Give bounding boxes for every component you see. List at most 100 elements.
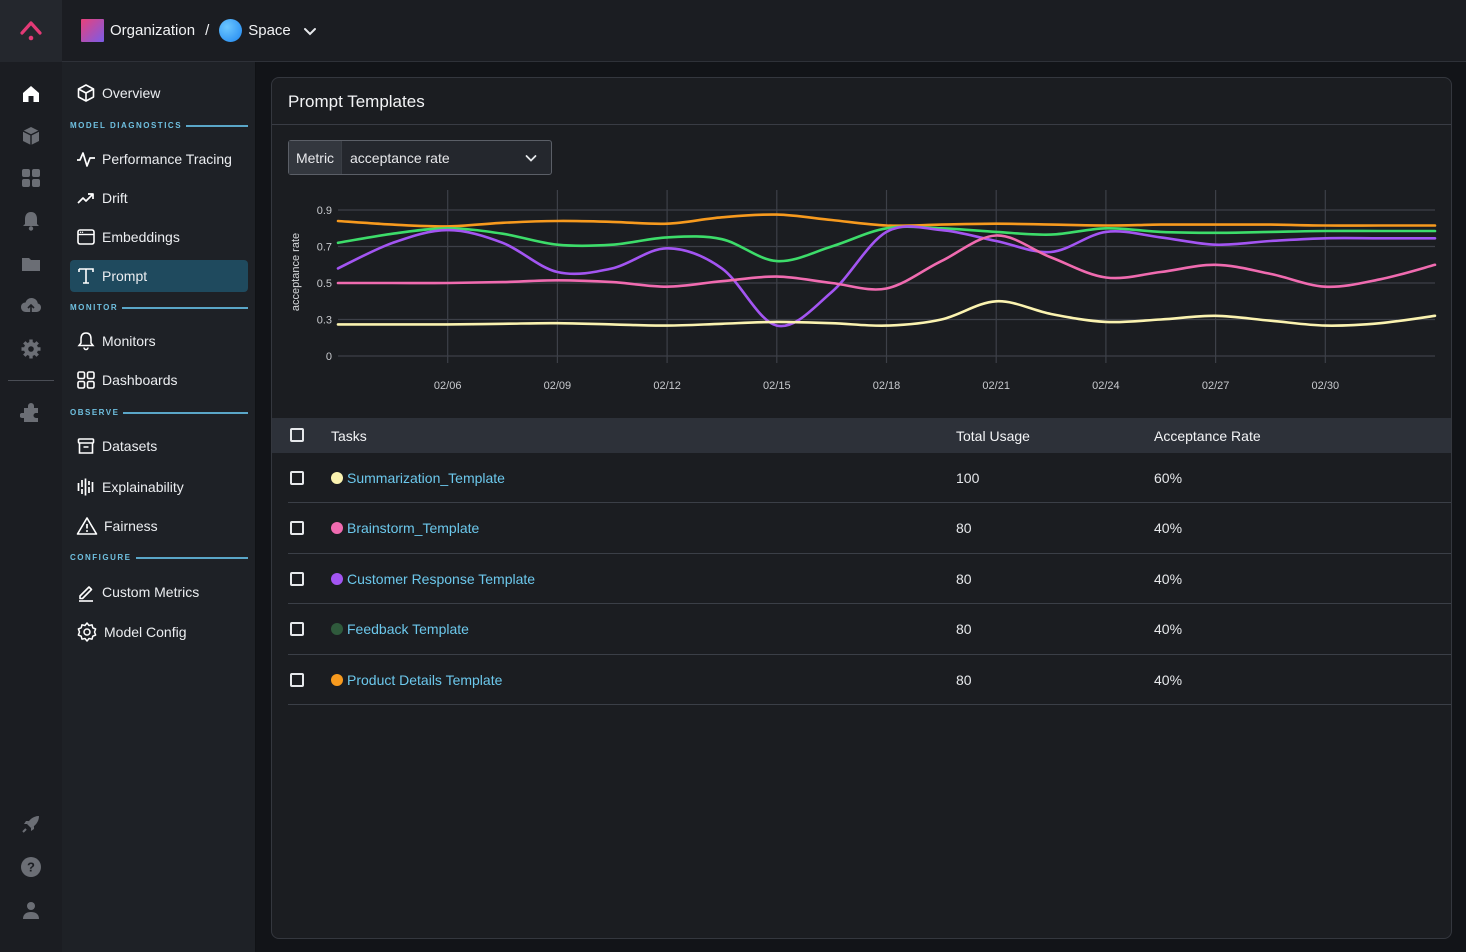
task-link[interactable]: Brainstorm_Template — [347, 520, 479, 536]
header-acceptance-rate[interactable]: Acceptance Rate — [1154, 428, 1261, 444]
nav-performance-tracing[interactable]: Performance Tracing — [70, 143, 248, 175]
total-usage-cell: 80 — [956, 520, 972, 536]
task-link[interactable]: Product Details Template — [347, 672, 502, 688]
trending-up-icon — [77, 193, 94, 204]
acceptance-rate-cell: 40% — [1154, 570, 1183, 587]
gear-icon[interactable] — [19, 337, 43, 361]
chevron-down-icon[interactable] — [511, 141, 551, 174]
cube-icon[interactable] — [19, 124, 43, 148]
icon-rail: ? — [0, 62, 62, 952]
table-row[interactable]: Feedback Template 80 40% — [288, 605, 1451, 655]
table-header: Tasks Total Usage Acceptance Rate — [272, 418, 1451, 453]
series-color-dot — [331, 471, 343, 484]
browser-window-icon — [77, 229, 95, 245]
gear-outline-icon — [77, 622, 97, 642]
y-tick-label: 0.5 — [317, 278, 332, 290]
header-tasks[interactable]: Tasks — [331, 428, 367, 444]
section-label: OBSERVE — [70, 408, 120, 417]
cube-outline-icon — [77, 84, 95, 102]
nav-label: Performance Tracing — [102, 151, 232, 167]
rocket-icon[interactable] — [19, 812, 43, 836]
breadcrumb: Organization / Space — [81, 19, 319, 42]
nav-embeddings[interactable]: Embeddings — [70, 221, 248, 253]
y-axis-ticks: 0 0.3 0.5 0.7 0.9 — [317, 205, 332, 363]
section-rule — [186, 124, 248, 127]
task-link[interactable]: Customer Response Template — [347, 571, 535, 587]
task-cell: Product Details Template — [331, 672, 502, 688]
chevron-down-icon[interactable] — [301, 22, 319, 40]
nav-model-config[interactable]: Model Config — [70, 616, 248, 648]
nav-drift[interactable]: Drift — [70, 182, 248, 214]
metric-select[interactable]: Metric acceptance rate — [288, 140, 552, 175]
logo-icon — [20, 21, 42, 41]
task-cell: Brainstorm_Template — [331, 520, 479, 536]
nav-overview[interactable]: Overview — [70, 77, 248, 109]
breadcrumb-separator: / — [205, 22, 210, 39]
cloud-upload-icon[interactable] — [19, 294, 43, 318]
nav-dashboards[interactable]: Dashboards — [70, 364, 248, 396]
series-color-dot — [331, 623, 343, 635]
pencil-icon — [79, 586, 93, 602]
pulse-icon — [77, 152, 95, 167]
row-checkbox[interactable] — [290, 672, 304, 687]
nav-label: Monitors — [102, 333, 156, 349]
x-tick-label: 02/21 — [982, 380, 1010, 392]
home-icon[interactable] — [19, 82, 43, 106]
header-total-usage[interactable]: Total Usage — [956, 428, 1030, 444]
breadcrumb-organization[interactable]: Organization — [110, 22, 195, 39]
nav-label: Model Config — [104, 624, 187, 640]
folder-icon[interactable] — [19, 252, 43, 276]
row-checkbox[interactable] — [290, 521, 304, 535]
section-configure: CONFIGURE — [70, 553, 248, 562]
x-tick-label: 02/24 — [1092, 380, 1120, 392]
task-cell: Summarization_Template — [331, 470, 505, 486]
row-checkbox[interactable] — [290, 470, 304, 485]
task-link[interactable]: Summarization_Template — [347, 470, 505, 486]
table-row[interactable]: Brainstorm_Template 80 40% — [288, 504, 1451, 554]
space-avatar — [219, 19, 243, 42]
task-link[interactable]: Feedback Template — [347, 621, 469, 637]
nav-label: Prompt — [102, 268, 148, 284]
y-tick-label: 0.7 — [317, 242, 332, 254]
metric-select-label: Metric — [289, 141, 342, 174]
nav-custom-metrics[interactable]: Custom Metrics — [70, 576, 248, 608]
x-tick-label: 02/06 — [434, 380, 462, 392]
acceptance-rate-cell: 40% — [1154, 671, 1183, 688]
table-row[interactable]: Customer Response Template 80 40% — [288, 554, 1451, 604]
x-tick-label: 02/27 — [1202, 380, 1230, 392]
task-cell: Feedback Template — [331, 621, 469, 637]
acceptance-rate-cell: 40% — [1154, 520, 1183, 536]
main-content: Prompt Templates Metric acceptance rate … — [257, 62, 1466, 952]
total-usage-cell: 80 — [956, 570, 972, 587]
nav-monitors[interactable]: Monitors — [70, 325, 248, 357]
section-rule — [122, 306, 248, 309]
series-color-dot — [331, 673, 343, 686]
puzzle-icon[interactable] — [19, 401, 43, 425]
x-tick-label: 02/15 — [763, 380, 791, 392]
row-checkbox[interactable] — [290, 571, 304, 586]
nav-prompt[interactable]: Prompt — [70, 260, 248, 292]
archive-icon — [77, 438, 95, 454]
nav-fairness[interactable]: Fairness — [70, 510, 248, 542]
user-icon[interactable] — [19, 898, 43, 922]
total-usage-cell: 80 — [956, 621, 972, 637]
bell-icon[interactable] — [19, 209, 43, 233]
table-row[interactable]: Summarization_Template 100 60% — [288, 453, 1451, 503]
nav-datasets[interactable]: Datasets — [70, 430, 248, 462]
text-icon — [78, 268, 94, 284]
y-tick-label: 0 — [326, 351, 332, 363]
x-tick-label: 02/09 — [544, 380, 572, 392]
side-nav: Overview MODEL DIAGNOSTICS Performance T… — [62, 62, 256, 952]
app-logo[interactable] — [0, 0, 62, 62]
grid-icon[interactable] — [19, 166, 43, 190]
nav-explainability[interactable]: Explainability — [70, 471, 248, 503]
section-model-diagnostics: MODEL DIAGNOSTICS — [70, 121, 248, 130]
y-tick-label: 0.3 — [317, 315, 332, 327]
table-row[interactable]: Product Details Template 80 40% — [288, 655, 1451, 705]
select-all-checkbox[interactable] — [290, 428, 304, 442]
y-tick-label: 0.9 — [317, 205, 332, 217]
help-icon[interactable]: ? — [19, 855, 43, 879]
breadcrumb-space[interactable]: Space — [248, 22, 291, 39]
row-checkbox[interactable] — [290, 622, 304, 636]
section-label: MONITOR — [70, 303, 119, 312]
